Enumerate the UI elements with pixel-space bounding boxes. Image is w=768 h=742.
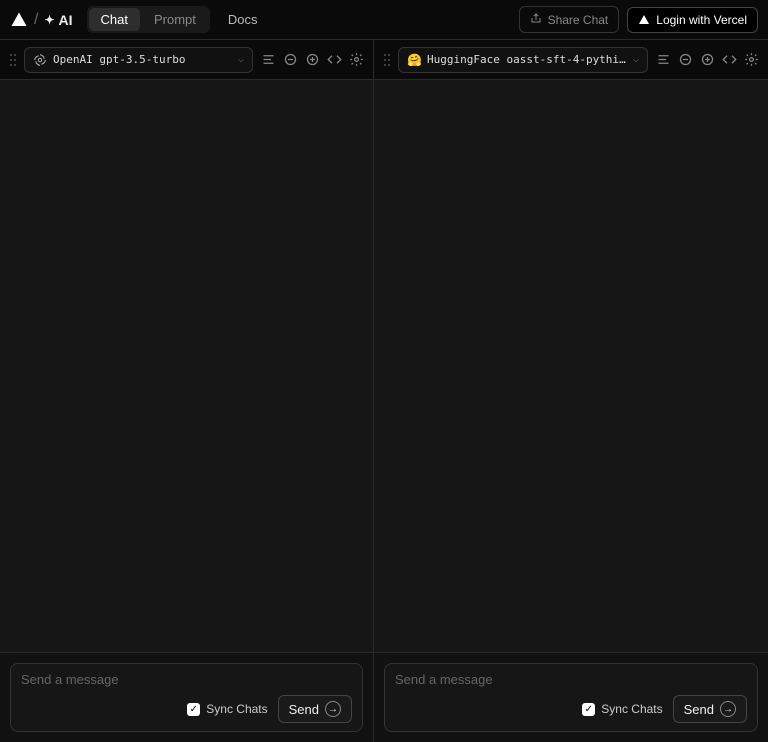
vercel-logo-icon[interactable] xyxy=(10,11,28,29)
gear-icon[interactable] xyxy=(347,51,365,69)
share-label: Share Chat xyxy=(548,13,609,27)
chevron-down-icon: ⌵ xyxy=(238,54,244,65)
gear-icon[interactable] xyxy=(742,51,760,69)
checkbox-checked-icon: ✓ xyxy=(582,703,595,716)
pane-tool-icons xyxy=(259,51,365,69)
breadcrumb-slash: / xyxy=(34,11,38,29)
message-input[interactable] xyxy=(395,672,747,687)
ai-brand[interactable]: ✦ AI xyxy=(44,12,72,28)
plus-circle-icon[interactable] xyxy=(303,51,321,69)
model-selector[interactable]: OpenAI gpt-3.5-turbo ⌵ xyxy=(24,47,253,73)
tab-prompt[interactable]: Prompt xyxy=(142,8,208,31)
openai-icon xyxy=(33,53,47,67)
composer: ✓ Sync Chats Send → xyxy=(0,652,373,742)
pane-tool-icons xyxy=(654,51,760,69)
mode-tabs: Chat Prompt xyxy=(87,6,210,33)
tab-chat[interactable]: Chat xyxy=(89,8,140,31)
minus-circle-icon[interactable] xyxy=(281,51,299,69)
send-label: Send xyxy=(289,702,319,717)
plus-circle-icon[interactable] xyxy=(698,51,716,69)
send-button[interactable]: Send → xyxy=(278,695,352,723)
login-label: Login with Vercel xyxy=(656,13,747,27)
sparkle-icon: ✦ xyxy=(44,13,54,27)
share-chat-button[interactable]: Share Chat xyxy=(519,6,620,33)
docs-link[interactable]: Docs xyxy=(228,12,258,27)
drag-handle-icon[interactable] xyxy=(8,53,18,67)
model-name: HuggingFace oasst-sft-4-pythia-12b-epo… xyxy=(427,53,627,66)
brand-text: AI xyxy=(59,12,73,28)
pane-toolbar: 🤗 HuggingFace oasst-sft-4-pythia-12b-epo… xyxy=(374,40,768,80)
huggingface-icon: 🤗 xyxy=(407,53,421,67)
chat-body xyxy=(374,80,768,652)
composer: ✓ Sync Chats Send → xyxy=(374,652,768,742)
model-name: OpenAI gpt-3.5-turbo xyxy=(53,53,232,66)
chat-body xyxy=(0,80,373,652)
send-button[interactable]: Send → xyxy=(673,695,747,723)
message-input[interactable] xyxy=(21,672,352,687)
composer-box: ✓ Sync Chats Send → xyxy=(384,663,758,732)
pane-toolbar: OpenAI gpt-3.5-turbo ⌵ xyxy=(0,40,373,80)
drag-handle-icon[interactable] xyxy=(382,53,392,67)
list-icon[interactable] xyxy=(259,51,277,69)
list-icon[interactable] xyxy=(654,51,672,69)
checkbox-checked-icon: ✓ xyxy=(187,703,200,716)
composer-box: ✓ Sync Chats Send → xyxy=(10,663,363,732)
logo-cluster: / ✦ AI xyxy=(10,11,73,29)
chevron-down-icon: ⌵ xyxy=(633,54,639,65)
code-icon[interactable] xyxy=(720,51,738,69)
vercel-triangle-icon xyxy=(638,14,650,26)
chat-panes: OpenAI gpt-3.5-turbo ⌵ ✓ Sync Chats xyxy=(0,40,768,742)
app-header: / ✦ AI Chat Prompt Docs Share Chat Login… xyxy=(0,0,768,40)
model-selector[interactable]: 🤗 HuggingFace oasst-sft-4-pythia-12b-epo… xyxy=(398,47,648,73)
chat-pane-left: OpenAI gpt-3.5-turbo ⌵ ✓ Sync Chats xyxy=(0,40,374,742)
send-label: Send xyxy=(684,702,714,717)
sync-label: Sync Chats xyxy=(206,702,267,716)
sync-chats-toggle[interactable]: ✓ Sync Chats xyxy=(582,702,662,716)
share-icon xyxy=(530,12,542,27)
arrow-right-circle-icon: → xyxy=(325,701,341,717)
minus-circle-icon[interactable] xyxy=(676,51,694,69)
sync-label: Sync Chats xyxy=(601,702,662,716)
code-icon[interactable] xyxy=(325,51,343,69)
login-button[interactable]: Login with Vercel xyxy=(627,7,758,33)
arrow-right-circle-icon: → xyxy=(720,701,736,717)
chat-pane-right: 🤗 HuggingFace oasst-sft-4-pythia-12b-epo… xyxy=(374,40,768,742)
sync-chats-toggle[interactable]: ✓ Sync Chats xyxy=(187,702,267,716)
